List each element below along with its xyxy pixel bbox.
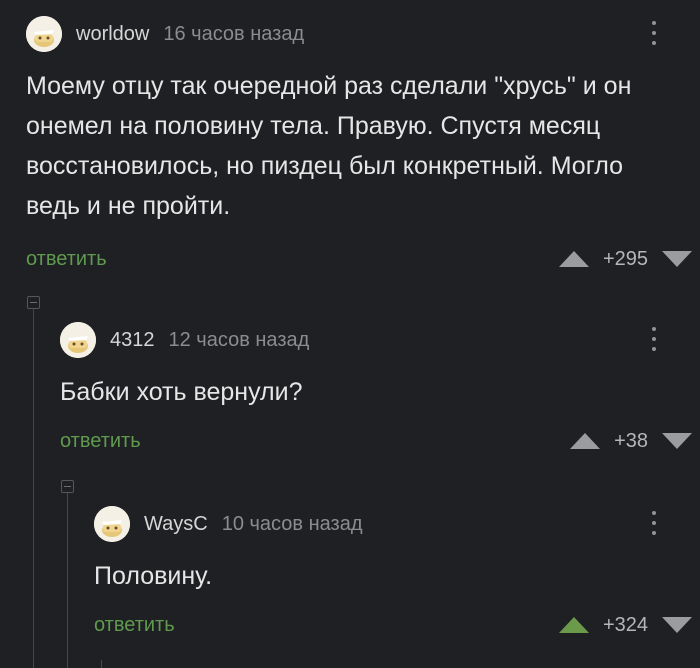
vote-controls: +295 bbox=[558, 244, 692, 274]
score: +38 bbox=[614, 429, 648, 452]
comment-text: Моему отцу так очередной раз сделали "хр… bbox=[26, 72, 632, 220]
collapse-thread-icon[interactable] bbox=[61, 480, 74, 493]
collapse-thread-icon[interactable] bbox=[27, 296, 40, 309]
username[interactable]: 4312 bbox=[110, 329, 155, 352]
timestamp[interactable]: 16 часов назад bbox=[163, 23, 304, 46]
upvote-icon[interactable] bbox=[558, 617, 589, 633]
comment-header: worldow 16 часов назад bbox=[26, 16, 304, 52]
score: +324 bbox=[602, 613, 648, 636]
username[interactable]: worldow bbox=[76, 23, 149, 46]
thread-line-level-2 bbox=[67, 490, 68, 668]
comment-footer: ответить +38 bbox=[60, 426, 700, 456]
vote-controls: +324 bbox=[558, 610, 692, 640]
more-vert-icon[interactable] bbox=[642, 18, 666, 48]
upvote-icon[interactable] bbox=[558, 251, 589, 267]
timestamp[interactable]: 12 часов назад bbox=[169, 329, 310, 352]
comment: 4312 12 часов назад Бабки хоть вернули? … bbox=[60, 322, 700, 472]
downvote-icon[interactable] bbox=[662, 617, 692, 633]
reply-link[interactable]: ответить bbox=[26, 244, 107, 274]
vote-controls: +38 bbox=[570, 426, 692, 456]
comment: worldow 16 часов назад Моему отцу так оч… bbox=[26, 16, 700, 276]
comment-header: WaysC 10 часов назад bbox=[94, 506, 362, 542]
comment-text: Бабки хоть вернули? bbox=[60, 378, 303, 406]
avatar-icon[interactable] bbox=[94, 506, 130, 542]
downvote-icon[interactable] bbox=[662, 433, 692, 449]
comment-footer: ответить +324 bbox=[94, 610, 700, 640]
more-vert-icon[interactable] bbox=[642, 508, 666, 538]
username[interactable]: WaysC bbox=[144, 513, 208, 536]
avatar-icon[interactable] bbox=[60, 322, 96, 358]
thread-line-level-3 bbox=[101, 660, 102, 668]
more-vert-icon[interactable] bbox=[642, 324, 666, 354]
score: +295 bbox=[602, 247, 648, 270]
reply-link[interactable]: ответить bbox=[94, 610, 175, 640]
downvote-icon[interactable] bbox=[662, 251, 692, 267]
comment: WaysC 10 часов назад Половину. ответить … bbox=[94, 506, 700, 656]
comment-footer: ответить +295 bbox=[26, 244, 700, 274]
comment-header: 4312 12 часов назад bbox=[60, 322, 309, 358]
reply-link[interactable]: ответить bbox=[60, 426, 141, 456]
upvote-icon[interactable] bbox=[570, 433, 601, 449]
avatar-icon[interactable] bbox=[26, 16, 62, 52]
comment-text: Половину. bbox=[94, 562, 213, 590]
thread-line-level-1 bbox=[33, 306, 34, 668]
timestamp[interactable]: 10 часов назад bbox=[222, 513, 363, 536]
